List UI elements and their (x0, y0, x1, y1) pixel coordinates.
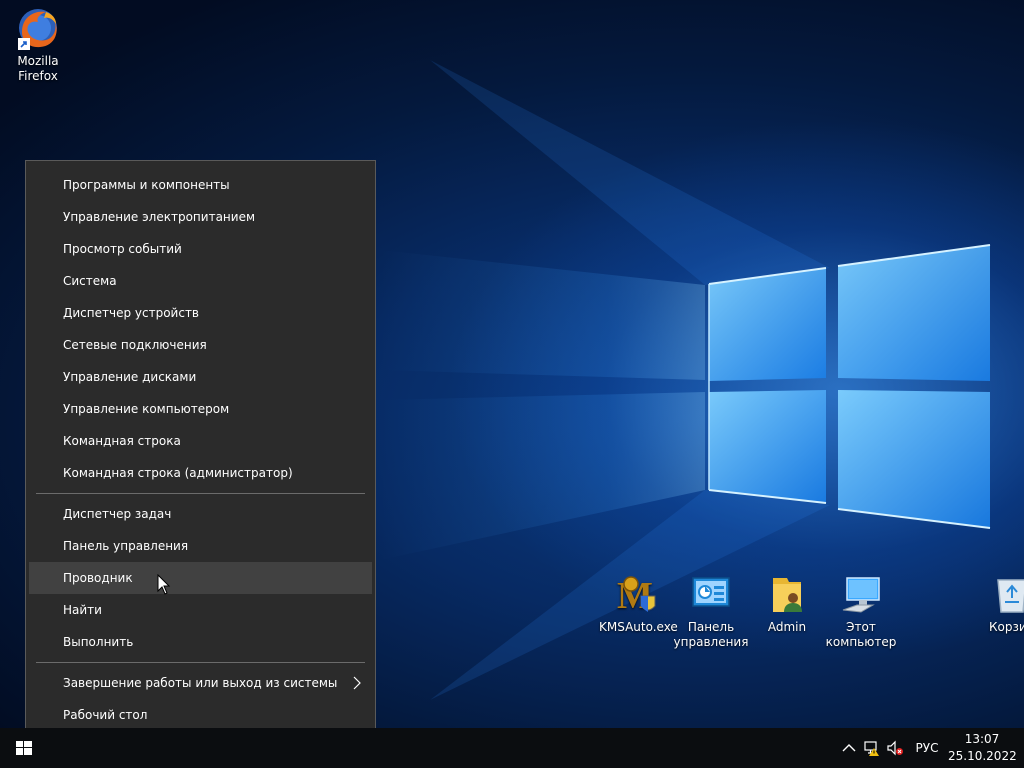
menu-item[interactable]: Управление электропитанием (29, 201, 372, 233)
menu-item-label: Командная строка (администратор) (63, 466, 293, 480)
menu-item-label: Управление электропитанием (63, 210, 255, 224)
desktop-icon-kmsauto[interactable]: M KMSAuto.exe (599, 572, 678, 635)
volume-muted-icon[interactable] (886, 739, 904, 757)
desktop-icon-control-panel[interactable]: Панель управления (673, 572, 749, 650)
menu-item-label: Найти (63, 603, 102, 617)
menu-item[interactable]: Система (29, 265, 372, 297)
menu-item-label: Завершение работы или выход из системы (63, 676, 338, 690)
input-language-indicator[interactable]: РУС (914, 728, 940, 768)
desktop-icon-label: Mozilla Firefox (17, 54, 59, 83)
show-hidden-icons-chevron-up-icon[interactable] (840, 739, 858, 757)
menu-group-apps: Диспетчер задач Панель управления Проводни… (26, 498, 375, 658)
menu-item[interactable]: Программы и компоненты (29, 169, 372, 201)
desktop-icon-admin[interactable]: Admin (749, 572, 825, 635)
control-panel-icon (689, 572, 733, 616)
menu-item-label: Рабочий стол (63, 708, 148, 722)
menu-item[interactable]: Панель управления (29, 530, 372, 562)
taskbar: РУС 13:07 25.10.2022 (0, 728, 1024, 768)
kmsauto-icon: M (615, 572, 659, 617)
menu-item[interactable]: Выполнить (29, 626, 372, 658)
menu-item-label: Программы и компоненты (63, 178, 230, 192)
menu-item-label: Система (63, 274, 117, 288)
menu-item-label: Просмотр событий (63, 242, 182, 256)
chevron-right-icon (353, 676, 361, 690)
menu-item-label: Управление компьютером (63, 402, 230, 416)
desktop-icon-label: Корзина (989, 620, 1024, 634)
menu-item[interactable]: Проводник (29, 562, 372, 594)
menu-item[interactable]: Диспетчер устройств (29, 297, 372, 329)
mouse-cursor-icon (157, 574, 171, 595)
computer-icon (839, 572, 883, 616)
taskbar-clock[interactable]: 13:07 25.10.2022 (948, 731, 1017, 765)
desktop-icon-this-pc[interactable]: Этот компьютер (823, 572, 899, 650)
menu-item-label: Проводник (63, 571, 133, 585)
menu-item[interactable]: Командная строка (29, 425, 372, 457)
system-tray: РУС 13:07 25.10.2022 (0, 728, 1024, 768)
menu-item[interactable]: Диспетчер задач (29, 498, 372, 530)
firefox-icon (16, 6, 60, 50)
menu-item-label: Командная строка (63, 434, 181, 448)
menu-item[interactable]: Просмотр событий (29, 233, 372, 265)
menu-group-admin-tools: Программы и компоненты Управление электро… (26, 169, 375, 489)
menu-item-label: Панель управления (63, 539, 189, 553)
menu-item[interactable]: Рабочий стол (29, 699, 372, 731)
menu-item[interactable]: Завершение работы или выход из системы (29, 667, 372, 699)
user-folder-icon (765, 572, 809, 616)
menu-item[interactable]: Сетевые подключения (29, 329, 372, 361)
desktop-icon-label: Этот компьютер (825, 620, 897, 649)
desktop-icon-label: KMSAuto.exe (599, 620, 678, 634)
menu-separator (36, 493, 365, 494)
desktop-icon-label: Admin (767, 620, 807, 634)
menu-item[interactable]: Командная строка (администратор) (29, 457, 372, 489)
desktop-icon-firefox[interactable]: Mozilla Firefox (0, 6, 76, 84)
menu-item-label: Выполнить (63, 635, 134, 649)
menu-group-power: Завершение работы или выход из системы Ра… (26, 667, 375, 731)
menu-item[interactable]: Управление компьютером (29, 393, 372, 425)
clock-date: 25.10.2022 (948, 749, 1017, 763)
winx-context-menu: Программы и компоненты Управление электро… (25, 160, 376, 739)
desktop: Mozilla Firefox M KMSAuto.exe Панель упр… (0, 0, 1024, 768)
menu-separator (36, 662, 365, 663)
clock-time: 13:07 (964, 732, 1000, 746)
menu-item[interactable]: Найти (29, 594, 372, 626)
recycle-bin-icon (990, 572, 1024, 616)
menu-item-label: Управление дисками (63, 370, 197, 384)
desktop-icon-label: Панель управления (673, 620, 749, 649)
menu-item-label: Диспетчер устройств (63, 306, 200, 320)
network-warning-icon[interactable] (863, 739, 881, 757)
menu-item[interactable]: Управление дисками (29, 361, 372, 393)
desktop-icon-recycle-bin[interactable]: Корзина (974, 572, 1024, 635)
menu-item-label: Сетевые подключения (63, 338, 207, 352)
shortcut-arrow-icon (18, 38, 30, 50)
menu-item-label: Диспетчер задач (63, 507, 172, 521)
